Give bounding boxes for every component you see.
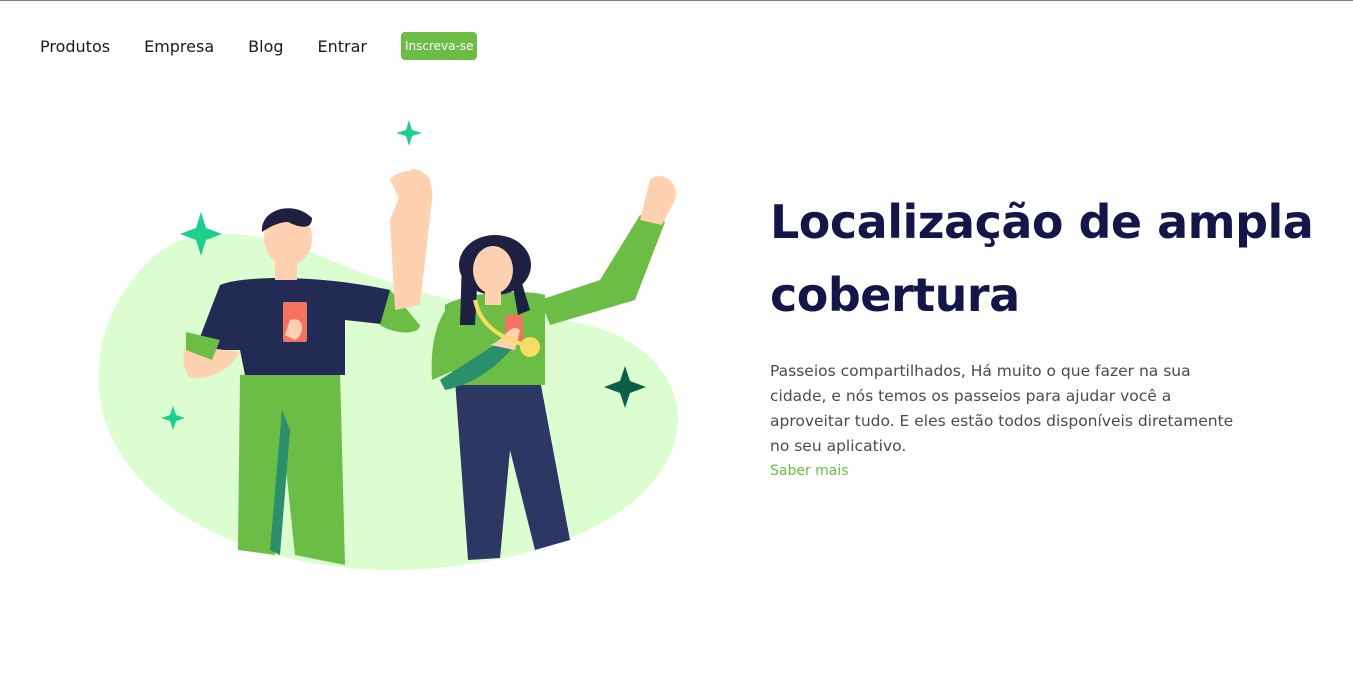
sparkle-icon	[396, 120, 422, 146]
hero-title: Localização de ampla cobertura	[770, 195, 1314, 322]
nav-link-blog[interactable]: Blog	[248, 37, 283, 56]
learn-more-link[interactable]: Saber mais	[770, 463, 849, 479]
nav-link-entrar[interactable]: Entrar	[318, 37, 367, 56]
hero-content: Localização de ampla cobertura Passeios …	[770, 186, 1340, 479]
top-border	[0, 0, 1353, 1]
hero-illustration	[98, 120, 679, 570]
signup-button[interactable]: Inscreva-se	[401, 32, 478, 60]
top-nav: Produtos Empresa Blog Entrar Inscreva-se	[40, 31, 478, 61]
nav-link-produtos[interactable]: Produtos	[40, 37, 110, 56]
nav-link-empresa[interactable]: Empresa	[144, 37, 214, 56]
hero-description: Passeios compartilhados, Há muito o que …	[770, 362, 1234, 455]
